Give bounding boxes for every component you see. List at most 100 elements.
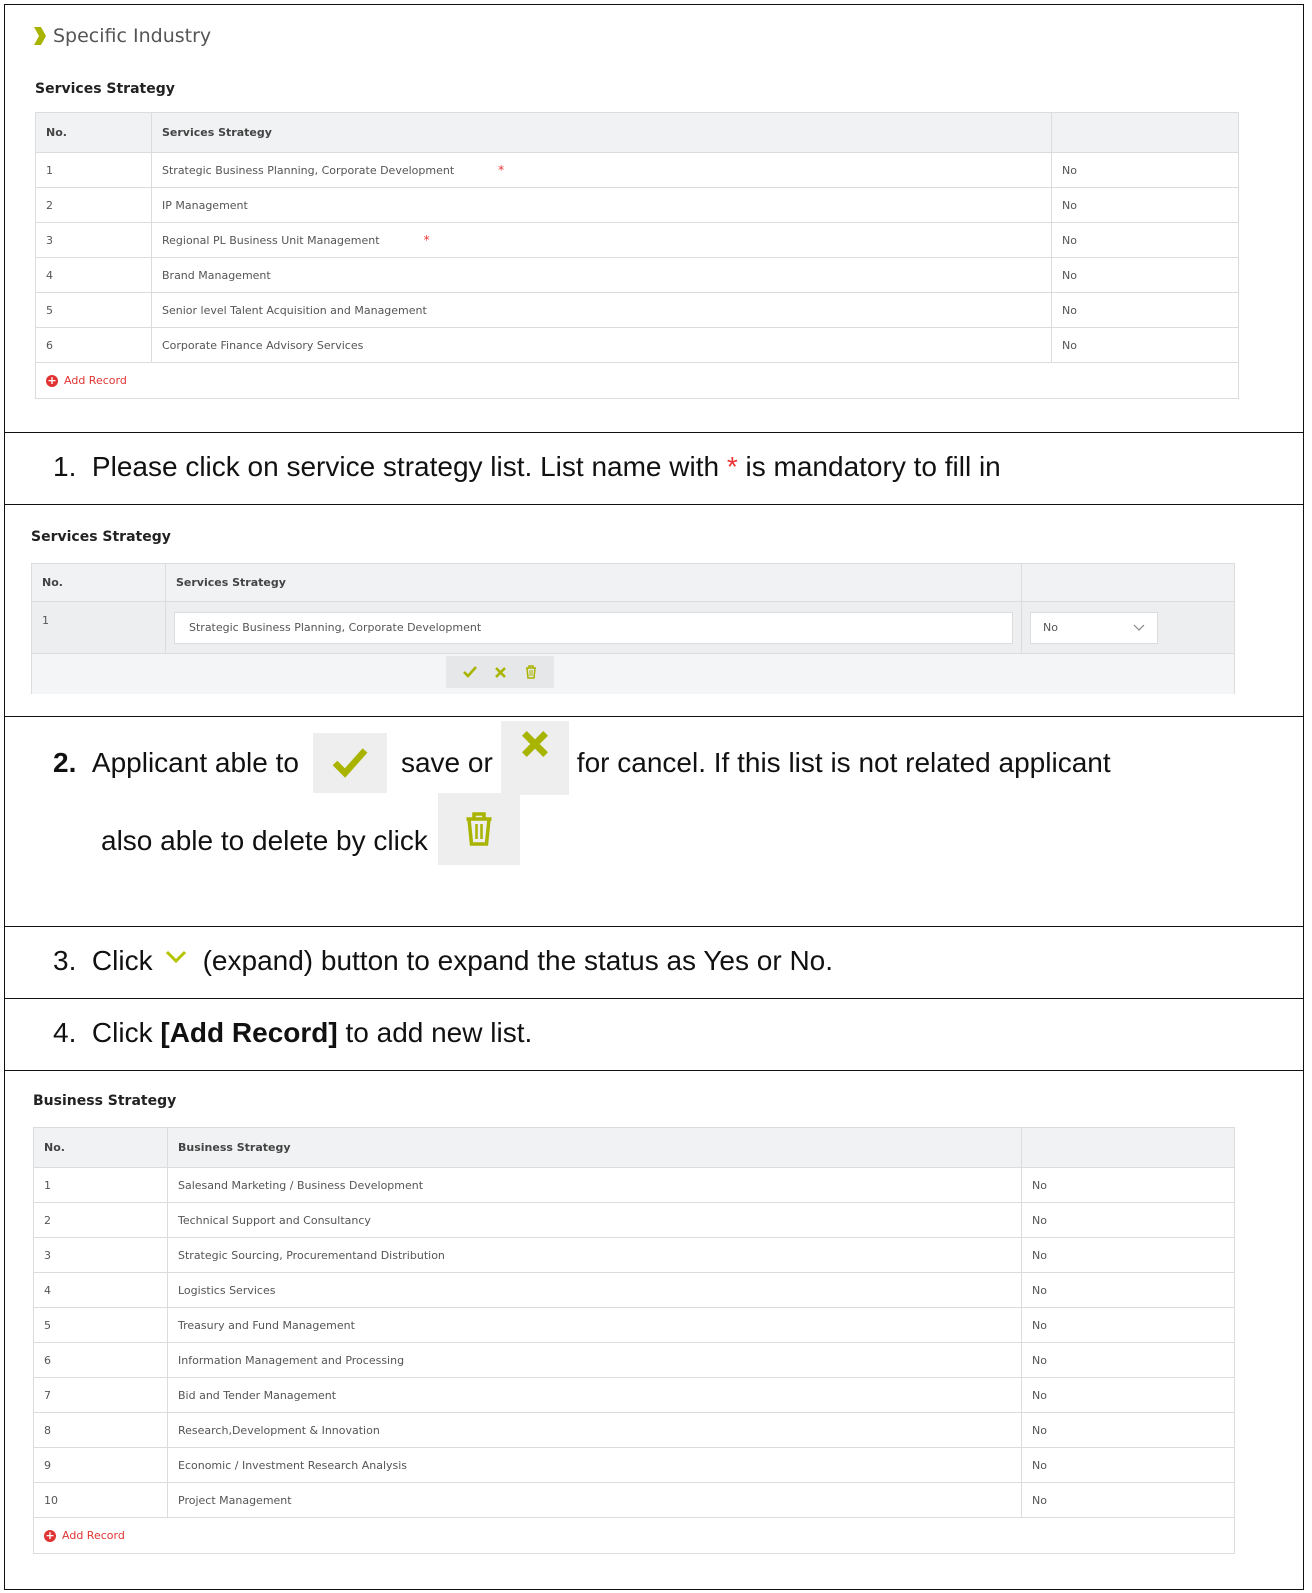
edit-row: 1 Strategic Business Planning, Corporate… — [31, 601, 1235, 654]
check-icon — [332, 748, 368, 778]
business-strategy-label: Business Strategy — [33, 1093, 177, 1109]
instruction-text: (expand) button to expand the status as … — [202, 945, 834, 976]
instruction-row-4: 4. Click [Add Record] to add new list. — [5, 999, 1303, 1071]
row-number: 1 — [33, 1167, 168, 1203]
row-status: No — [1051, 257, 1239, 293]
column-header-business-strategy: Business Strategy — [167, 1127, 1022, 1168]
row-name: Information Management and Processing — [178, 1353, 405, 1367]
instruction-row-1: 1. Please click on service strategy list… — [5, 433, 1303, 505]
add-record-label: Add Record — [62, 1529, 125, 1542]
table-row[interactable]: 4 Logistics Services No — [33, 1272, 1235, 1308]
row-name-cell: Brand Management — [151, 257, 1052, 293]
row-name-cell: Strategic Sourcing, Procurementand Distr… — [167, 1237, 1022, 1273]
row-name: Treasury and Fund Management — [178, 1318, 355, 1332]
row-number: 8 — [33, 1412, 168, 1448]
instruction-3: 3. Click (expand) button to expand the s… — [53, 945, 833, 977]
column-header-services-strategy: Services Strategy — [165, 563, 1022, 602]
close-icon[interactable] — [495, 666, 507, 678]
row-name: Technical Support and Consultancy — [178, 1213, 371, 1227]
table-row[interactable]: 3 Strategic Sourcing, Procurementand Dist… — [33, 1237, 1235, 1273]
check-icon[interactable] — [463, 666, 478, 678]
row-name-cell: Treasury and Fund Management — [167, 1307, 1022, 1343]
row-status: No — [1021, 1167, 1235, 1203]
row-status: No — [1021, 1342, 1235, 1378]
row-number: 6 — [35, 327, 152, 363]
table-row[interactable]: 1 Strategic Business Planning, Corporate … — [35, 152, 1239, 188]
row-name-cell: Corporate Finance Advisory Services — [151, 327, 1052, 363]
instruction-4: 4. Click [Add Record] to add new list. — [53, 1017, 532, 1049]
instruction-number: 4. — [53, 1017, 77, 1048]
row-number: 3 — [35, 222, 152, 258]
services-strategy-input[interactable]: Strategic Business Planning, Corporate D… — [174, 611, 1013, 644]
plus-circle-icon: + — [44, 1529, 56, 1542]
row-name: Logistics Services — [178, 1283, 276, 1297]
status-select[interactable]: No — [1030, 611, 1158, 644]
edit-mode-screenshot: Services Strategy No. Services Strategy … — [5, 505, 1303, 717]
add-record-button[interactable]: + Add Record — [46, 374, 1238, 387]
column-header-status — [1021, 563, 1235, 602]
close-icon — [521, 731, 548, 757]
table-row[interactable]: 2 IP Management No — [35, 187, 1239, 223]
table-row[interactable]: 6 Corporate Finance Advisory Services No — [35, 327, 1239, 363]
instruction-text: to add new list. — [345, 1017, 533, 1048]
instruction-row-3: 3. Click (expand) button to expand the s… — [5, 927, 1303, 999]
row-status: No — [1021, 1272, 1235, 1308]
save-icon-sample — [312, 733, 387, 793]
row-number: 1 — [31, 601, 166, 654]
row-number: 3 — [33, 1237, 168, 1273]
add-record-reference: [Add Record] — [160, 1017, 338, 1048]
delete-icon-sample — [437, 793, 520, 865]
row-name: Senior level Talent Acquisition and Mana… — [162, 303, 427, 317]
row-status: No — [1021, 1482, 1235, 1518]
table-row[interactable]: 1 Salesand Marketing / Business Developme… — [33, 1167, 1235, 1203]
instruction-text: also able to delete by click — [101, 825, 428, 856]
services-strategy-label: Services Strategy — [31, 529, 171, 545]
row-action-toolbar — [446, 656, 554, 688]
add-record-button[interactable]: + Add Record — [44, 1529, 1234, 1542]
table-row[interactable]: 9 Economic / Investment Research Analysis… — [33, 1447, 1235, 1483]
column-header-no: No. — [35, 112, 152, 153]
row-status: No — [1021, 1447, 1235, 1483]
row-status: No — [1051, 187, 1239, 223]
table-row[interactable]: 3 Regional PL Business Unit Management * No — [35, 222, 1239, 258]
table-row[interactable]: 4 Brand Management No — [35, 257, 1239, 293]
table-row[interactable]: 10 Project Management No — [33, 1482, 1235, 1518]
row-name: Economic / Investment Research Analysis — [178, 1458, 408, 1472]
row-number: 5 — [35, 292, 152, 328]
instruction-text: Click — [91, 945, 153, 976]
trash-icon[interactable] — [525, 665, 537, 679]
row-name: Bid and Tender Management — [178, 1388, 337, 1402]
row-number: 2 — [35, 187, 152, 223]
row-status: No — [1021, 1237, 1235, 1273]
row-name-cell: Bid and Tender Management — [167, 1377, 1022, 1413]
input-value: Strategic Business Planning, Corporate D… — [189, 621, 482, 634]
services-strategy-label: Services Strategy — [35, 81, 175, 97]
table-row[interactable]: 6 Information Management and Processing No — [33, 1342, 1235, 1378]
section-heading: Specific Industry — [33, 25, 211, 47]
row-name-cell: Technical Support and Consultancy — [167, 1202, 1022, 1238]
table-row[interactable]: 5 Senior level Talent Acquisition and Man… — [35, 292, 1239, 328]
instruction-text: Please click on service strategy list. L… — [91, 451, 720, 482]
row-name-cell: Regional PL Business Unit Management * — [151, 222, 1052, 258]
table-row[interactable]: 7 Bid and Tender Management No — [33, 1377, 1235, 1413]
column-header-services-strategy: Services Strategy — [151, 112, 1052, 153]
table-row[interactable]: 2 Technical Support and Consultancy No — [33, 1202, 1235, 1238]
row-name-cell: Logistics Services — [167, 1272, 1022, 1308]
trash-icon — [466, 812, 492, 846]
instruction-text: for cancel. If this list is not related … — [576, 747, 1111, 778]
row-number: 2 — [33, 1202, 168, 1238]
table-row[interactable]: 5 Treasury and Fund Management No — [33, 1307, 1235, 1343]
services-strategy-screenshot: Specific Industry Services Strategy No. … — [5, 5, 1303, 433]
instruction-number: 3. — [53, 945, 77, 976]
row-number: 4 — [33, 1272, 168, 1308]
row-number: 5 — [33, 1307, 168, 1343]
table-row[interactable]: 8 Research,Development & Innovation No — [33, 1412, 1235, 1448]
instruction-text: Click — [91, 1017, 153, 1048]
instruction-number: 2. — [53, 747, 77, 778]
add-record-label: Add Record — [64, 374, 127, 387]
required-asterisk: * — [498, 163, 505, 177]
column-header-no: No. — [33, 1127, 168, 1168]
instruction-2: 2. Applicant able to save or for cancel.… — [53, 721, 1273, 865]
select-value: No — [1043, 621, 1058, 634]
column-header-status — [1051, 112, 1239, 153]
